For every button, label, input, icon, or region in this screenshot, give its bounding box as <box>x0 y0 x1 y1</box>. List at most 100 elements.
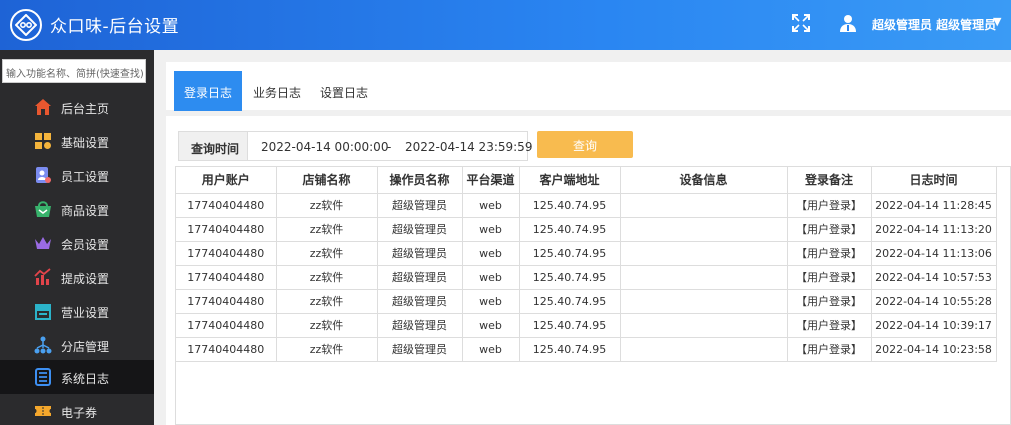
tab-bar: 登录日志 业务日志 设置日志 <box>166 62 1011 111</box>
column-header[interactable]: 设备信息 <box>620 167 788 194</box>
table-row[interactable]: 17740404480 zz软件 超级管理员 web 125.40.74.95 【用户登录… <box>176 289 997 314</box>
table-cell: 超级管理员 <box>377 193 463 218</box>
table-cell: 超级管理员 <box>377 241 463 266</box>
tab-settings-log[interactable]: 设置日志 <box>310 71 378 111</box>
sidebar: 输入功能名称、简拼(快速查找) 后台主页 基础设置 员工设置 商品设置 会员设置 <box>0 50 154 425</box>
query-time-label: 查询时间 <box>178 131 248 161</box>
top-header: 众口味-后台设置 超级管理员 超级管理员 ▼ <box>0 0 1011 50</box>
user-name[interactable]: 超级管理员 超级管理员 <box>872 16 996 33</box>
sidebar-item-system-log[interactable]: 系统日志 <box>0 360 154 394</box>
home-icon <box>34 98 52 116</box>
sidebar-item-coupon[interactable]: 电子券 <box>0 394 154 425</box>
sidebar-item-staff[interactable]: 员工设置 <box>0 158 154 192</box>
sidebar-item-business[interactable]: 营业设置 <box>0 294 154 328</box>
sidebar-item-label: 员工设置 <box>61 170 110 184</box>
table-cell <box>620 217 788 242</box>
start-datetime[interactable]: 2022-04-14 00:00:00 <box>261 140 388 154</box>
table-cell <box>620 337 788 362</box>
range-separator: - <box>387 140 392 154</box>
column-header[interactable]: 店铺名称 <box>276 167 378 194</box>
table-cell: web <box>462 265 520 290</box>
table-cell: web <box>462 241 520 266</box>
table-cell: zz软件 <box>276 241 378 266</box>
table-row[interactable]: 17740404480 zz软件 超级管理员 web 125.40.74.95 【用户登录… <box>176 193 997 218</box>
table-cell: 【用户登录】 <box>787 217 872 242</box>
column-header[interactable]: 用户账户 <box>176 167 277 194</box>
sidebar-item-branch[interactable]: 分店管理 <box>0 328 154 362</box>
column-header[interactable]: 日志时间 <box>871 167 997 194</box>
table-cell: 2022-04-14 11:28:45 <box>871 193 997 218</box>
query-button[interactable]: 查询 <box>537 131 633 158</box>
basic-settings-icon <box>34 132 52 150</box>
table-cell: 【用户登录】 <box>787 313 872 338</box>
table-cell: 17740404480 <box>176 337 277 362</box>
date-range-input[interactable]: 2022-04-14 00:00:00 - 2022-04-14 23:59:5… <box>248 131 532 161</box>
table-row[interactable]: 17740404480 zz软件 超级管理员 web 125.40.74.95 【用户登录… <box>176 241 997 266</box>
table-cell: 125.40.74.95 <box>519 289 621 314</box>
table-cell: zz软件 <box>276 289 378 314</box>
table-cell: 2022-04-14 10:23:58 <box>871 337 997 362</box>
table-cell: 125.40.74.95 <box>519 313 621 338</box>
ticket-icon <box>34 402 52 420</box>
table-cell: 超级管理员 <box>377 313 463 338</box>
table-cell: 超级管理员 <box>377 217 463 242</box>
column-header[interactable]: 登录备注 <box>787 167 872 194</box>
table-cell <box>620 193 788 218</box>
sidebar-item-goods[interactable]: 商品设置 <box>0 192 154 226</box>
sidebar-item-home[interactable]: 后台主页 <box>0 90 154 124</box>
crown-icon <box>34 234 52 252</box>
table-cell: 2022-04-14 10:55:28 <box>871 289 997 314</box>
table-cell: web <box>462 289 520 314</box>
table-cell: 【用户登录】 <box>787 265 872 290</box>
table-cell: web <box>462 337 520 362</box>
table-cell <box>620 289 788 314</box>
log-list-icon <box>34 368 52 386</box>
user-icon[interactable] <box>838 13 858 33</box>
table-cell: 【用户登录】 <box>787 193 872 218</box>
table-cell: 125.40.74.95 <box>519 193 621 218</box>
table-cell: 125.40.74.95 <box>519 265 621 290</box>
chevron-down-icon[interactable]: ▼ <box>993 15 1001 28</box>
table-cell: 【用户登录】 <box>787 241 872 266</box>
sidebar-item-commission[interactable]: 提成设置 <box>0 260 154 294</box>
app-title: 众口味-后台设置 <box>50 17 180 37</box>
table-row[interactable]: 17740404480 zz软件 超级管理员 web 125.40.74.95 【用户登录… <box>176 313 997 338</box>
goods-icon <box>34 200 52 218</box>
table-cell: 超级管理员 <box>377 289 463 314</box>
sidebar-search-input[interactable]: 输入功能名称、简拼(快速查找) <box>2 59 146 83</box>
sidebar-item-member[interactable]: 会员设置 <box>0 226 154 260</box>
tab-login-log[interactable]: 登录日志 <box>174 71 243 111</box>
branch-tree-icon <box>34 336 52 354</box>
table-cell: 【用户登录】 <box>787 337 872 362</box>
table-cell: 17740404480 <box>176 241 277 266</box>
table-row[interactable]: 17740404480 zz软件 超级管理员 web 125.40.74.95 【用户登录… <box>176 265 997 290</box>
table-header-row: 用户账户 店铺名称 操作员名称 平台渠道 客户端地址 设备信息 登录备注 日志时… <box>176 167 997 194</box>
table-cell: zz软件 <box>276 193 378 218</box>
column-header[interactable]: 客户端地址 <box>519 167 621 194</box>
commission-chart-icon <box>34 268 52 286</box>
column-header[interactable]: 平台渠道 <box>462 167 520 194</box>
table-cell: web <box>462 313 520 338</box>
table-cell: 超级管理员 <box>377 337 463 362</box>
sidebar-item-label: 商品设置 <box>61 204 110 218</box>
store-icon <box>34 302 52 320</box>
table-cell <box>620 313 788 338</box>
end-datetime[interactable]: 2022-04-14 23:59:59 <box>405 140 532 154</box>
table-cell: zz软件 <box>276 217 378 242</box>
table-cell: zz软件 <box>276 313 378 338</box>
table-row[interactable]: 17740404480 zz软件 超级管理员 web 125.40.74.95 【用户登录… <box>176 337 997 362</box>
table-cell: web <box>462 193 520 218</box>
sidebar-item-basic-settings[interactable]: 基础设置 <box>0 124 154 158</box>
table-cell <box>620 265 788 290</box>
table-row[interactable]: 17740404480 zz软件 超级管理员 web 125.40.74.95 【用户登录… <box>176 217 997 242</box>
sidebar-item-label: 基础设置 <box>61 136 110 150</box>
sidebar-item-label: 系统日志 <box>61 372 110 386</box>
table-cell: 17740404480 <box>176 265 277 290</box>
table-cell: 17740404480 <box>176 193 277 218</box>
fullscreen-icon[interactable] <box>791 13 811 33</box>
table-cell: 2022-04-14 10:57:53 <box>871 265 997 290</box>
table-cell: 125.40.74.95 <box>519 217 621 242</box>
tab-business-log[interactable]: 业务日志 <box>243 71 311 111</box>
table-cell: 17740404480 <box>176 313 277 338</box>
column-header[interactable]: 操作员名称 <box>377 167 463 194</box>
